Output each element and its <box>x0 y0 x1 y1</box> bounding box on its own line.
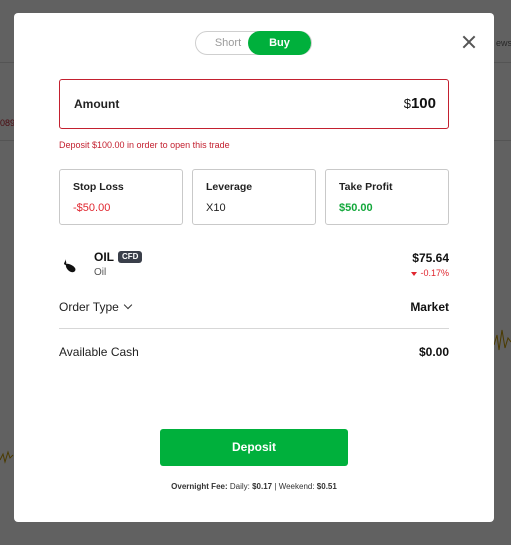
take-profit-box[interactable]: Take Profit $50.00 <box>325 169 449 225</box>
overnight-fee-info: Overnight Fee: Daily: $0.17 | Weekend: $… <box>14 482 494 491</box>
instrument-change-value: -0.17% <box>420 268 449 278</box>
order-type-value: Market <box>410 300 449 314</box>
section-divider <box>59 328 449 329</box>
fee-separator: | <box>274 482 277 491</box>
amount-error-message: Deposit $100.00 in order to open this tr… <box>59 140 230 150</box>
take-profit-value: $50.00 <box>339 202 373 214</box>
take-profit-label: Take Profit <box>339 181 393 193</box>
order-type-dropdown[interactable]: Order Type <box>59 300 133 314</box>
available-cash-label: Available Cash <box>59 345 139 359</box>
instrument-name: Oil <box>94 267 107 278</box>
stop-loss-box[interactable]: Stop Loss -$50.00 <box>59 169 183 225</box>
trade-modal: Short Buy Amount $100 Deposit $100.00 in… <box>14 13 494 522</box>
fee-prefix: Overnight Fee: <box>171 482 228 491</box>
oil-drop-icon <box>59 254 81 276</box>
instrument-change: -0.17% <box>411 268 449 278</box>
stop-loss-label: Stop Loss <box>73 181 124 193</box>
leverage-value: X10 <box>206 202 226 214</box>
buy-option[interactable]: Buy <box>248 31 311 55</box>
amount-currency: $ <box>403 96 411 111</box>
trade-direction-toggle[interactable]: Short Buy <box>195 31 312 55</box>
amount-field[interactable]: Amount $100 <box>59 79 449 129</box>
deposit-button[interactable]: Deposit <box>160 429 348 466</box>
close-icon[interactable] <box>460 33 478 51</box>
instrument-symbol: OIL <box>94 250 114 264</box>
instrument-badge: CFD <box>118 251 143 263</box>
amount-label: Amount <box>74 97 120 111</box>
order-type-label: Order Type <box>59 300 119 314</box>
available-cash-value: $0.00 <box>418 345 449 359</box>
leverage-label: Leverage <box>206 181 253 193</box>
down-arrow-icon <box>411 271 418 276</box>
chevron-down-icon <box>123 300 133 310</box>
leverage-box[interactable]: Leverage X10 <box>192 169 316 225</box>
amount-value: 100 <box>410 95 436 112</box>
fee-daily-value: $0.17 <box>252 482 273 491</box>
short-option[interactable]: Short <box>202 32 254 54</box>
amount-input[interactable]: $100 <box>404 95 436 112</box>
instrument-price: $75.64 <box>412 251 449 265</box>
fee-weekend-label: Weekend: <box>278 482 315 491</box>
stop-loss-value: -$50.00 <box>73 202 111 214</box>
fee-daily-label: Daily: <box>229 482 250 491</box>
fee-weekend-value: $0.51 <box>316 482 337 491</box>
